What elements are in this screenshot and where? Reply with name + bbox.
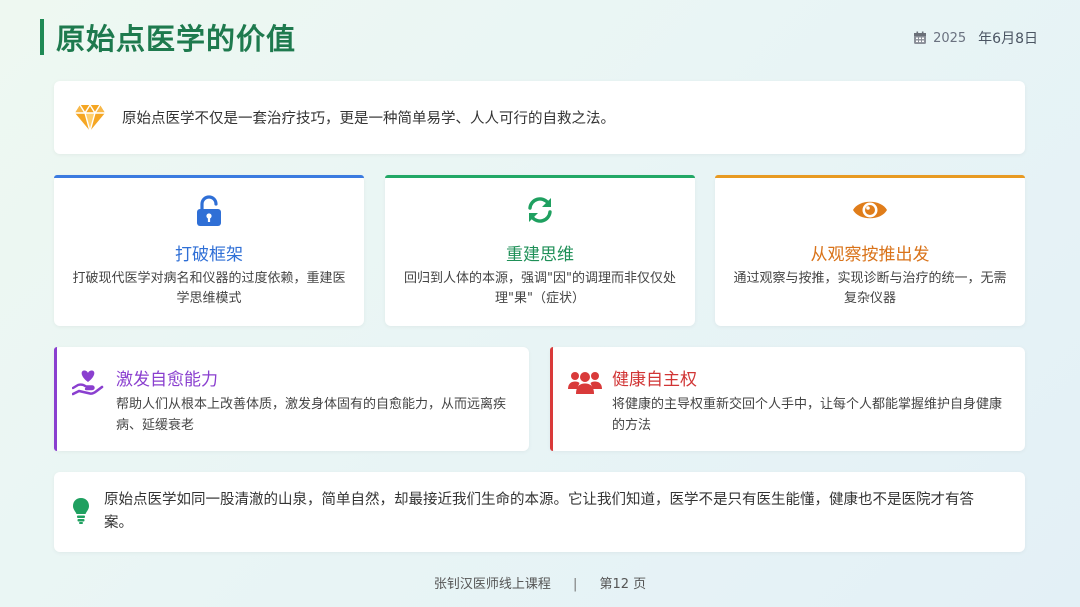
people-icon	[568, 372, 602, 394]
closing-card: 原始点医学如同一股清澈的山泉，简单自然，却最接近我们生命的本源。它让我们知道，医…	[54, 472, 1025, 552]
date-month-day: 年6月8日	[978, 31, 1038, 47]
footer: 张钊汉医师线上课程 | 第12 页	[0, 573, 1080, 592]
feature-card-observe-press: 从观察按推出发 通过观察与按推，实现诊断与治疗的统一，无需复杂仪器	[715, 175, 1025, 326]
intro-card: 原始点医学不仅是一套治疗技巧，更是一种简单易学、人人可行的自救之法。	[54, 81, 1025, 154]
wide-card-title: 健康自主权	[612, 370, 697, 390]
feature-card-rebuild-thinking: 重建思维 回归到人体的本源，强调"因"的调理而非仅仅处理"果"（症状）	[385, 175, 695, 326]
feature-title: 重建思维	[506, 245, 574, 265]
page-title: 原始点医学的价值	[56, 22, 297, 56]
diamond-icon	[75, 103, 105, 132]
card-accent-line	[385, 175, 695, 178]
closing-text: 原始点医学如同一股清澈的山泉，简单自然，却最接近我们生命的本源。它让我们知道，医…	[104, 492, 974, 531]
date-year: 2025	[933, 30, 967, 46]
footer-page-number: 第12 页	[599, 577, 647, 592]
footer-course: 张钊汉医师线上课程	[433, 577, 551, 592]
intro-text: 原始点医学不仅是一套治疗技巧，更是一种简单易学、人人可行的自救之法。	[122, 111, 615, 127]
calendar-icon	[914, 31, 927, 44]
feature-description: 通过观察与按推，实现诊断与治疗的统一，无需复杂仪器	[733, 271, 1007, 306]
feature-description: 回归到人体的本源，强调"因"的调理而非仅仅处理"果"（症状）	[404, 271, 676, 306]
card-accent-line	[715, 175, 1025, 178]
card-accent-line	[550, 347, 553, 451]
unlock-icon	[197, 195, 221, 226]
feature-card-break-frame: 打破框架 打破现代医学对病名和仪器的过度依赖，重建医学思维模式	[54, 175, 364, 326]
wide-card-health-autonomy: 健康自主权 将健康的主导权重新交回个人手中，让每个人都能掌握维护自身健康的方法	[550, 347, 1025, 451]
footer-separator: |	[572, 577, 578, 592]
refresh-icon	[528, 197, 552, 223]
date-display: 2025 年6月8日	[913, 28, 1038, 48]
eye-icon	[853, 201, 887, 219]
feature-description: 打破现代医学对病名和仪器的过度依赖，重建医学思维模式	[72, 271, 346, 306]
wide-card-title: 激发自愈能力	[116, 370, 218, 390]
wide-card-description: 将健康的主导权重新交回个人手中，让每个人都能掌握维护自身健康的方法	[612, 397, 1003, 433]
card-accent-line	[54, 175, 364, 178]
wide-card-description: 帮助人们从根本上改善体质，激发身体固有的自愈能力，从而远离疾病、延缓衰老	[116, 397, 507, 433]
lightbulb-icon	[73, 498, 89, 524]
feature-title: 打破框架	[175, 245, 243, 265]
feature-title: 从观察按推出发	[810, 245, 930, 265]
hand-heart-icon	[71, 370, 104, 396]
title-bar: 原始点医学的价值	[40, 19, 297, 56]
wide-card-self-healing: 激发自愈能力 帮助人们从根本上改善体质，激发身体固有的自愈能力，从而远离疾病、延…	[54, 347, 529, 451]
card-accent-line	[54, 347, 57, 451]
